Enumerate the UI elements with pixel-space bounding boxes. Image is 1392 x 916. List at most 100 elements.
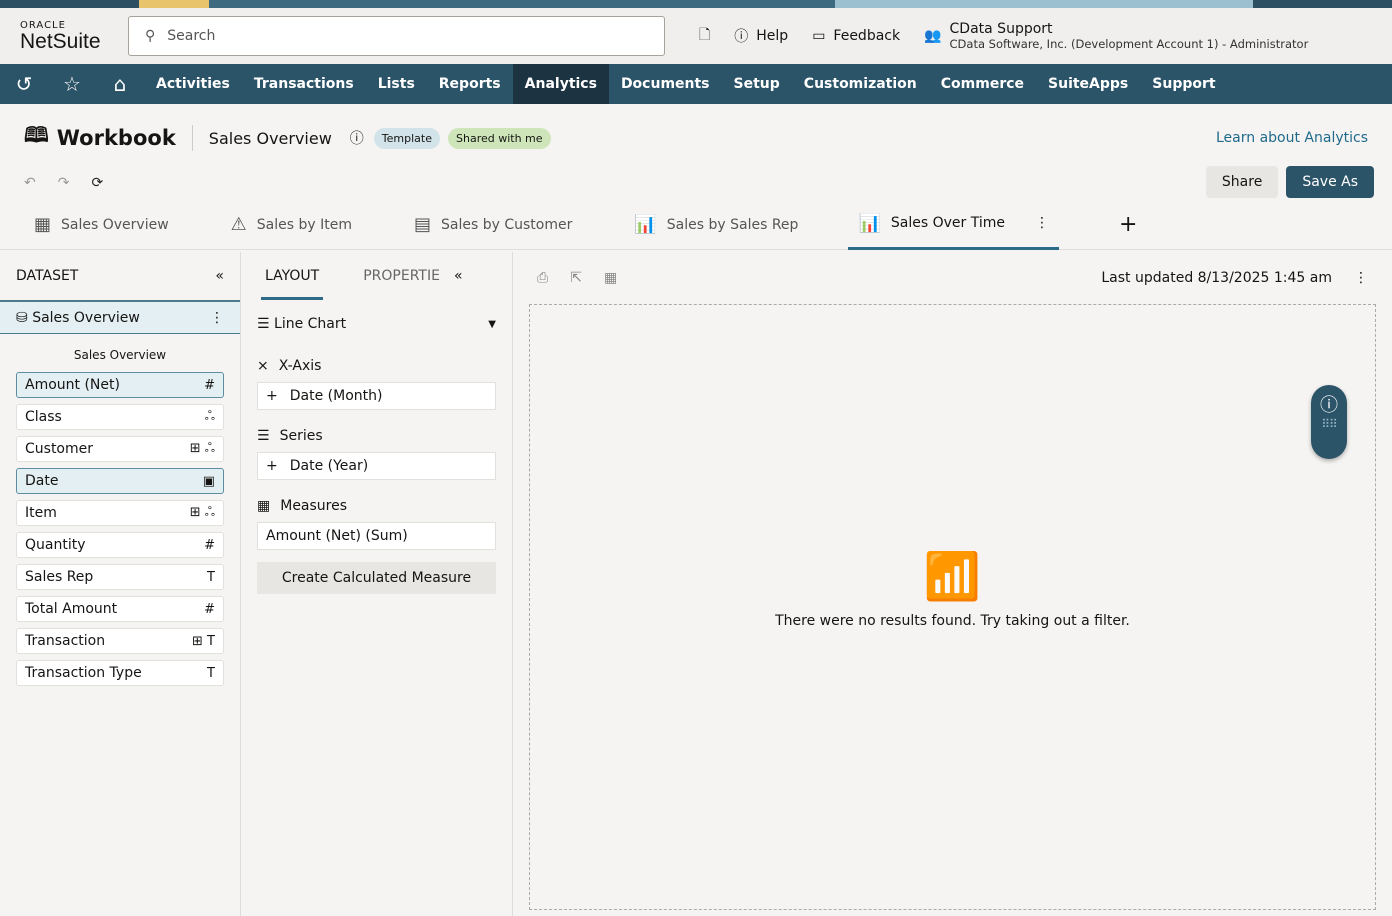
logo-top: ORACLE bbox=[20, 19, 66, 31]
help-icon: ⓘ bbox=[734, 29, 749, 45]
nav-documents[interactable]: Documents bbox=[609, 64, 722, 104]
pivot-table-icon: ▤ bbox=[414, 214, 432, 235]
toolbar: ↶ ↷ ⟳ bbox=[0, 172, 1392, 194]
dataset-name: Sales Overview bbox=[32, 309, 140, 326]
tab-sales-by-item[interactable]: ⚠ Sales by Item bbox=[231, 200, 414, 250]
nav-lists[interactable]: Lists bbox=[366, 64, 427, 104]
tab-label: Sales by Item bbox=[256, 216, 352, 233]
field-item[interactable]: Sales Rep T bbox=[16, 564, 224, 590]
tab-label: Sales by Customer bbox=[441, 216, 573, 233]
redo-icon[interactable]: ↷ bbox=[58, 175, 70, 191]
create-calculated-measure-button[interactable]: Create Calculated Measure bbox=[257, 562, 496, 594]
nav-activities[interactable]: Activities bbox=[144, 64, 242, 104]
nav-setup[interactable]: Setup bbox=[722, 64, 792, 104]
nav-suiteapps[interactable]: SuiteApps bbox=[1036, 64, 1140, 104]
pivot-icon: ⚠ bbox=[230, 214, 247, 235]
new-document-icon[interactable]: 🗋 bbox=[699, 24, 710, 48]
field-item[interactable]: Transaction Type T bbox=[16, 660, 224, 686]
tab-menu-icon[interactable]: ⋮ bbox=[1035, 215, 1049, 231]
search-input[interactable]: ⚲ Search bbox=[128, 16, 665, 56]
dropdown-icon: ▼ bbox=[488, 318, 496, 330]
collapse-icon[interactable]: « bbox=[454, 268, 463, 284]
learn-analytics-link[interactable]: Learn about Analytics bbox=[1216, 130, 1368, 146]
nav-reports[interactable]: Reports bbox=[427, 64, 513, 104]
help-button[interactable]: ⓘ Help bbox=[734, 26, 788, 46]
tab-sales-over-time[interactable]: 📊 Sales Over Time ⋮ bbox=[848, 200, 1059, 250]
workbook-header: 🕮 Workbook Sales Overview ⓘ Template Shar… bbox=[0, 104, 1392, 172]
table-view-icon[interactable]: ▦ bbox=[604, 270, 617, 286]
field-item[interactable]: Total Amount # bbox=[16, 596, 224, 622]
refresh-icon[interactable]: ⟳ bbox=[91, 175, 103, 191]
series-value: Date (Year) bbox=[289, 458, 369, 474]
save-as-button[interactable]: Save As bbox=[1286, 166, 1374, 198]
feedback-button[interactable]: ▭ Feedback bbox=[812, 28, 900, 44]
divider bbox=[191, 125, 193, 151]
field-item[interactable]: Item ⊞ ஃ bbox=[16, 500, 224, 526]
tab-sales-by-customer[interactable]: ▤ Sales by Customer bbox=[414, 200, 634, 250]
field-item[interactable]: Amount (Net) # bbox=[16, 372, 224, 398]
feedback-icon: ▭ bbox=[812, 28, 826, 44]
more-icon[interactable]: ⋮ bbox=[1354, 270, 1368, 286]
field-type-icon: ⊞ ஃ bbox=[189, 441, 215, 456]
expand-icon[interactable]: ⇱ bbox=[570, 270, 582, 286]
more-icon[interactable]: ⋮ bbox=[210, 310, 224, 326]
database-icon: ⛁ bbox=[16, 309, 28, 326]
top-banner bbox=[0, 0, 1392, 8]
dataset-panel: DATASET « ⛁ Sales Overview ⋮ Sales Overvie… bbox=[0, 252, 241, 916]
tab-sales-by-sales-rep[interactable]: 📊 Sales by Sales Rep bbox=[634, 200, 848, 250]
nav-customization[interactable]: Customization bbox=[792, 64, 929, 104]
print-icon[interactable]: ⎙ bbox=[537, 270, 548, 286]
share-button[interactable]: Share bbox=[1205, 166, 1279, 198]
workbook-title: Workbook bbox=[56, 126, 176, 150]
series-label: Series bbox=[279, 428, 323, 444]
field-type-icon: T bbox=[207, 569, 215, 585]
layout-panel: LAYOUT PROPERTIE « ☰ Line Chart ▼ ⨯ X-Axis… bbox=[241, 252, 513, 916]
tab-label: Sales by Sales Rep bbox=[666, 216, 799, 233]
field-item[interactable]: Class ஃ bbox=[16, 404, 224, 430]
measures-label: Measures bbox=[280, 498, 348, 514]
field-item[interactable]: Transaction ⊞ T bbox=[16, 628, 224, 654]
series-slot[interactable]: + Date (Year) bbox=[257, 452, 496, 480]
nav-analytics[interactable]: Analytics bbox=[512, 64, 609, 104]
keypad-icon[interactable]: ⠿⠿ bbox=[1311, 417, 1347, 431]
dataset-title: DATASET bbox=[16, 268, 79, 284]
tab-sales-overview[interactable]: ▦ Sales Overview bbox=[34, 200, 231, 250]
dataset-selector[interactable]: ⛁ Sales Overview ⋮ bbox=[0, 300, 240, 334]
add-tab-icon[interactable]: + bbox=[1119, 212, 1137, 237]
feedback-label: Feedback bbox=[833, 28, 901, 44]
top-header: ORACLE NetSuite ⚲ Search 🗋 ⓘ Help ▭ Feedback… bbox=[0, 8, 1392, 64]
floating-panel[interactable]: ⓘ ⠿⠿ bbox=[1311, 385, 1347, 459]
chart-type-label: Line Chart bbox=[274, 316, 347, 332]
netsuite-logo[interactable]: ORACLE NetSuite bbox=[20, 19, 120, 52]
nav-commerce[interactable]: Commerce bbox=[929, 64, 1036, 104]
field-item[interactable]: Customer ⊞ ஃ bbox=[16, 436, 224, 462]
measures-slot[interactable]: Amount (Net) (Sum) bbox=[257, 522, 496, 550]
line-chart-icon: ☰ bbox=[257, 316, 270, 332]
user-icon: 👥 bbox=[924, 28, 942, 44]
field-item[interactable]: Date ▣ bbox=[16, 468, 224, 494]
nav-transactions[interactable]: Transactions bbox=[242, 64, 366, 104]
field-type-icon: T bbox=[207, 665, 215, 681]
user-menu[interactable]: 👥 CData Support CData Software, Inc. (Deve… bbox=[924, 21, 1308, 51]
field-type-icon: # bbox=[204, 601, 215, 617]
template-badge: Template bbox=[373, 127, 440, 149]
tab-properties[interactable]: PROPERTIE bbox=[363, 268, 440, 284]
recent-icon[interactable]: ↺ bbox=[0, 72, 48, 96]
tab-label: Sales Overview bbox=[61, 216, 169, 233]
undo-icon[interactable]: ↶ bbox=[24, 175, 36, 191]
dataset-subtitle: Sales Overview bbox=[73, 348, 167, 362]
tab-layout[interactable]: LAYOUT bbox=[261, 252, 324, 300]
collapse-icon[interactable]: « bbox=[215, 268, 224, 284]
nav-support[interactable]: Support bbox=[1140, 64, 1227, 104]
chart-type-select[interactable]: ☰ Line Chart ▼ bbox=[257, 316, 496, 332]
field-label: Total Amount bbox=[25, 601, 118, 617]
field-label: Customer bbox=[25, 441, 94, 457]
field-type-icon: ▣ bbox=[202, 473, 215, 489]
bar-chart-icon: 📶 bbox=[923, 549, 982, 603]
field-item[interactable]: Quantity # bbox=[16, 532, 224, 558]
star-icon[interactable]: ☆ bbox=[48, 72, 96, 96]
info-icon[interactable]: ⓘ bbox=[350, 128, 364, 148]
x-axis-slot[interactable]: + Date (Month) bbox=[257, 382, 496, 410]
info-icon[interactable]: ⓘ bbox=[1311, 391, 1347, 417]
home-icon[interactable]: ⌂ bbox=[96, 72, 144, 96]
